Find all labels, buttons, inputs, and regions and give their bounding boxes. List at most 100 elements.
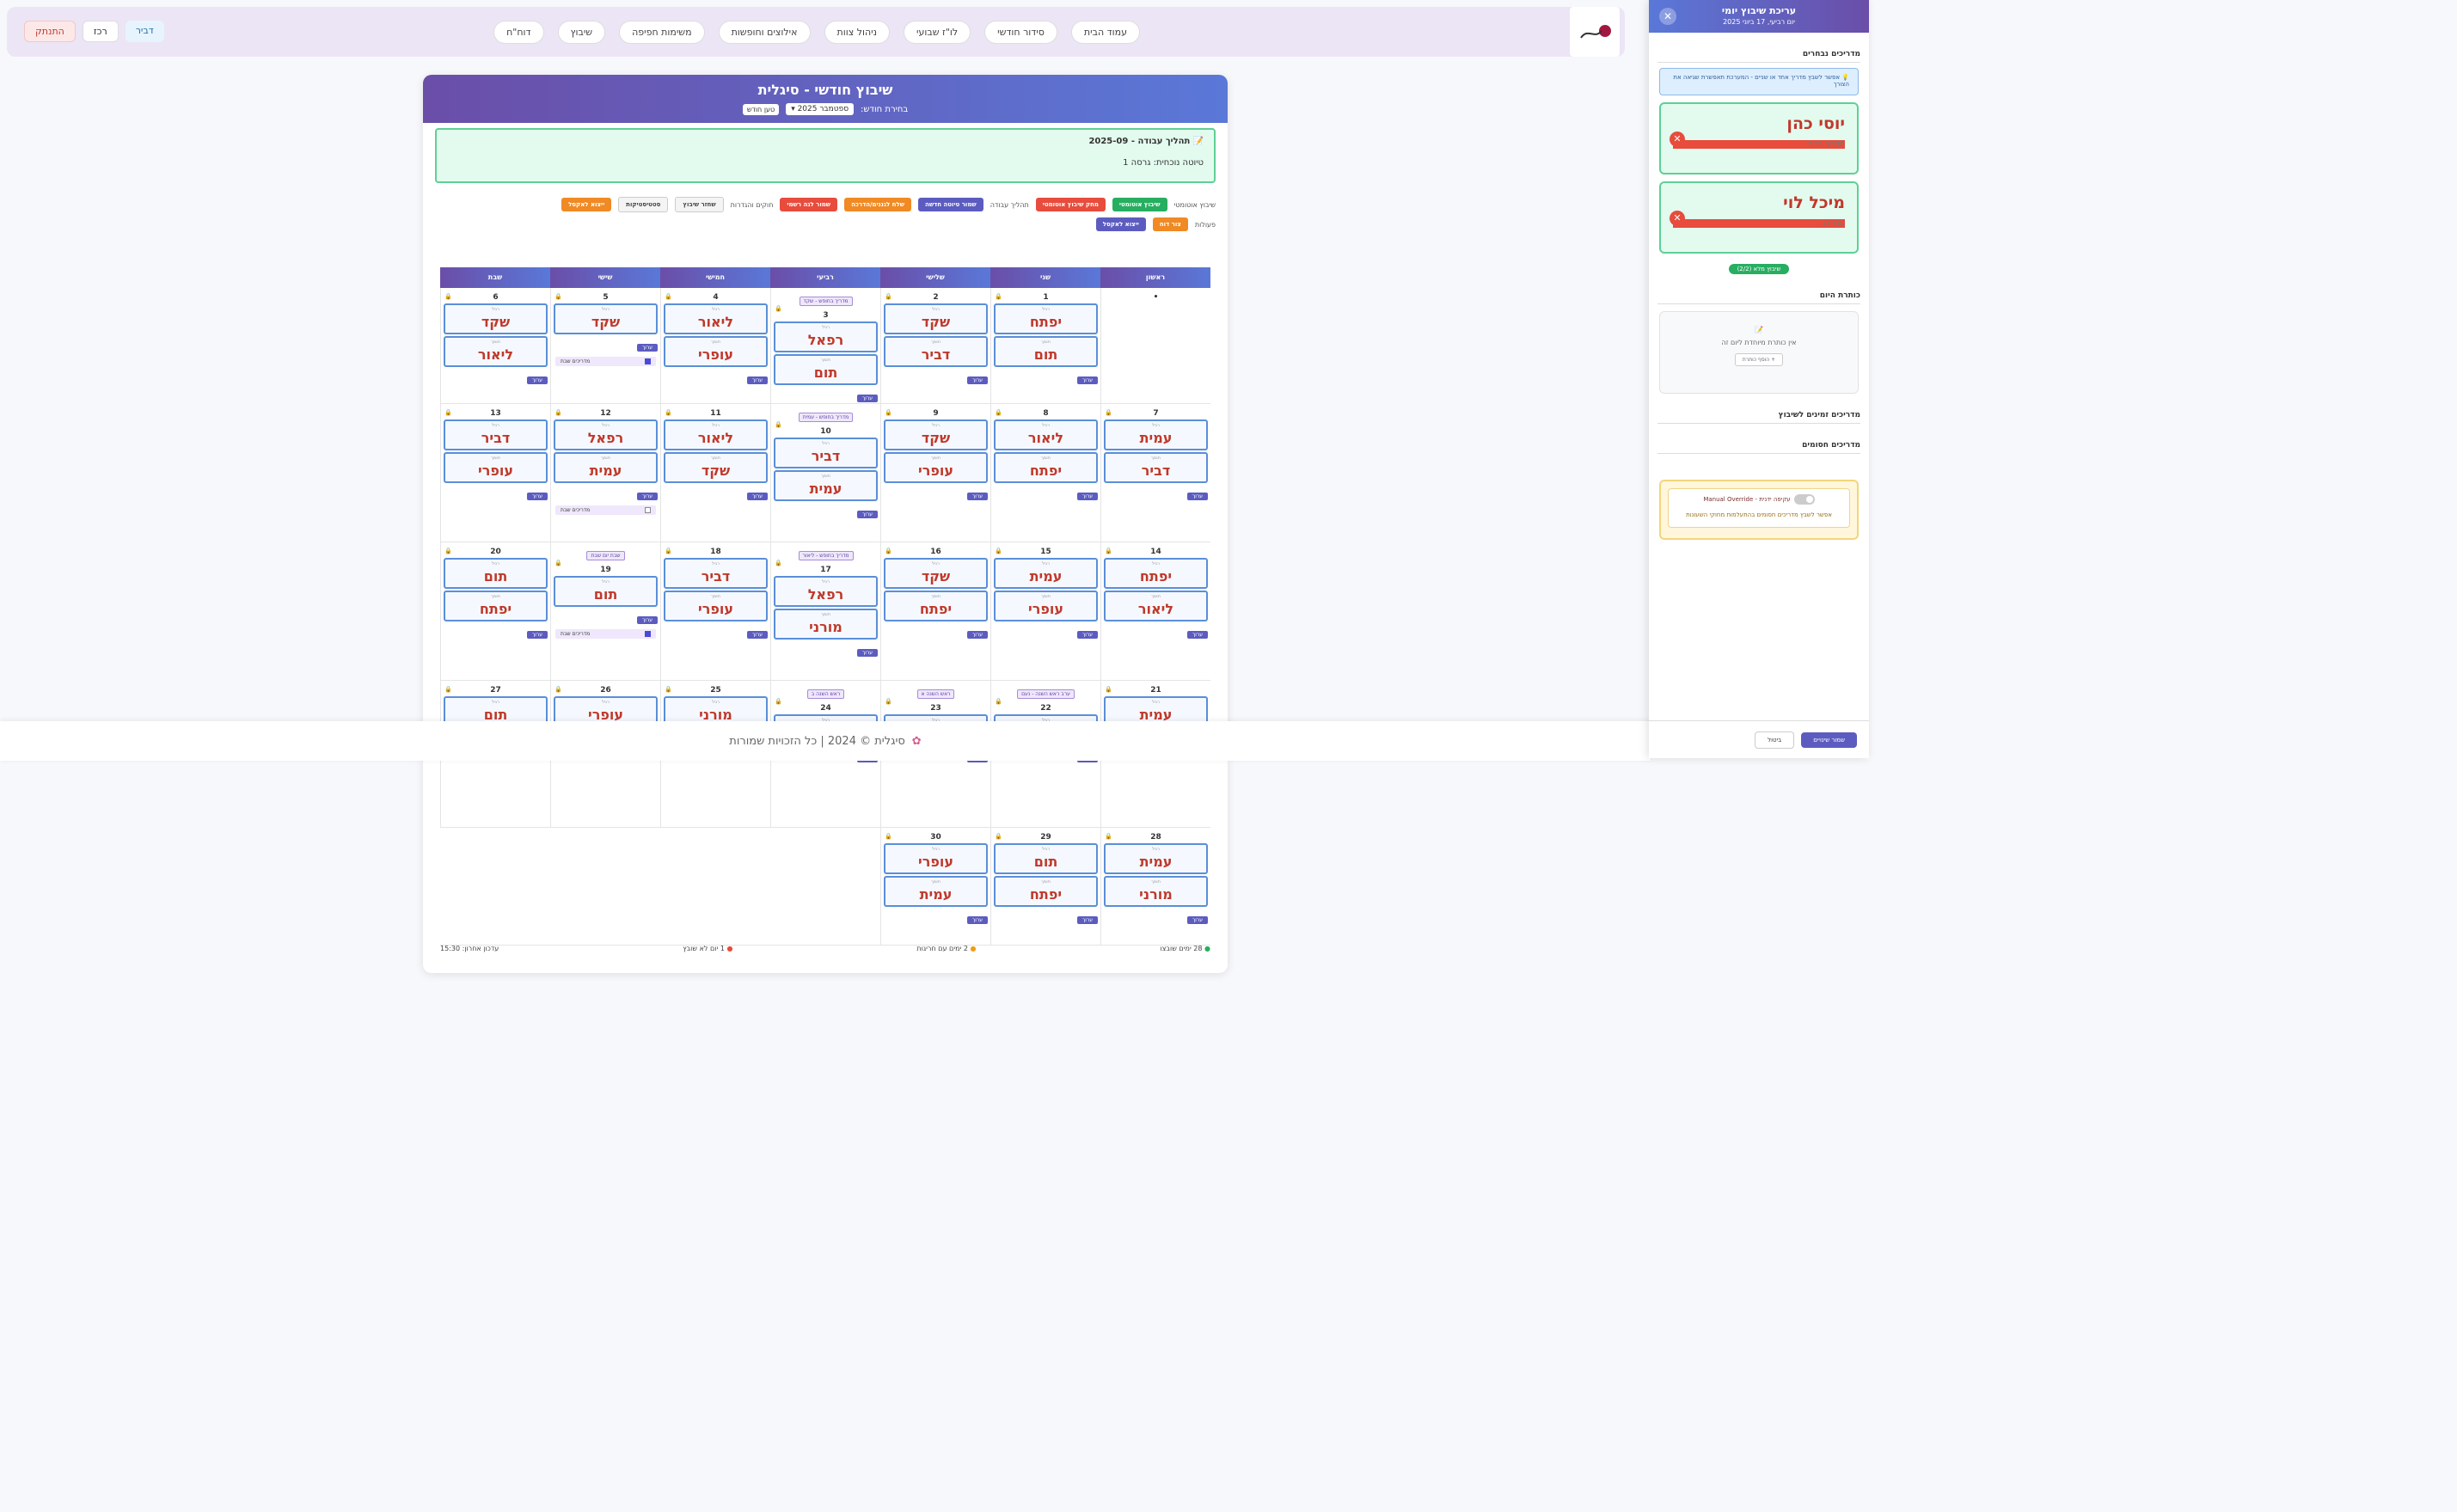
edit-button[interactable]: ערוך: [747, 631, 768, 639]
guide-slot[interactable]: רגיל ליאור: [994, 419, 1098, 450]
lock-icon[interactable]: 🔒: [1105, 409, 1112, 416]
guide-slot[interactable]: תומך תום: [994, 336, 1098, 367]
guide-slot[interactable]: רגיל עמית: [1104, 419, 1208, 450]
lock-icon[interactable]: 🔒: [665, 293, 672, 300]
calendar-day[interactable]: 29 🔒 רגיל תום תומך יפתח ערוך: [990, 828, 1100, 945]
edit-button[interactable]: ערוך: [1187, 493, 1208, 500]
calendar-day[interactable]: 8 🔒 רגיל ליאור תומך יפתח ערוך: [990, 404, 1100, 542]
toolbar-button[interactable]: חוקים והגדרות: [731, 201, 774, 209]
lock-icon[interactable]: 🔒: [444, 548, 452, 554]
edit-button[interactable]: ערוך: [527, 493, 548, 500]
calendar-day[interactable]: 6 🔒 רגיל שקד תומך ליאור ערוך: [440, 288, 550, 403]
nav-link[interactable]: דוח"ח: [493, 20, 544, 44]
lock-icon[interactable]: 🔒: [555, 293, 562, 300]
guide-slot[interactable]: רגיל עמית: [1104, 843, 1208, 874]
guide-slot[interactable]: תומך שקד: [664, 452, 768, 483]
edit-button[interactable]: ערוך: [1077, 493, 1098, 500]
edit-button[interactable]: ערוך: [637, 493, 658, 500]
guide-slot[interactable]: תומך ליאור: [1104, 591, 1208, 621]
calendar-day[interactable]: 14 🔒 רגיל יפתח תומך ליאור ערוך: [1100, 542, 1210, 680]
guide-slot[interactable]: רגיל יפתח: [1104, 558, 1208, 589]
lock-icon[interactable]: 🔒: [885, 833, 892, 840]
nav-link[interactable]: סידור חודשי: [984, 20, 1057, 44]
calendar-day[interactable]: מדריך בחופש - ליאור 17 🔒 רגיל רפאל תומך מורני ע…: [770, 542, 880, 680]
calendar-day[interactable]: 15 🔒 רגיל עמית תומך עופרי ערוך: [990, 542, 1100, 680]
toolbar-button[interactable]: צור דוח: [1152, 217, 1188, 231]
calendar-day[interactable]: 1 🔒 רגיל יפתח תומך תום ערוך: [990, 288, 1100, 403]
lock-icon[interactable]: 🔒: [885, 293, 892, 300]
edit-button[interactable]: ערוך: [1077, 916, 1098, 924]
guide-slot[interactable]: רגיל תום: [444, 558, 548, 589]
lock-icon[interactable]: 🔒: [885, 548, 892, 554]
toolbar-button[interactable]: תהליך עבודה: [990, 201, 1029, 209]
logout-button[interactable]: התנתק: [24, 21, 76, 42]
calendar-day[interactable]: מדריך בחופש - שקד 3 🔒 רגיל רפאל תומך תום ערוך: [770, 288, 880, 403]
guide-slot[interactable]: תומך יפתח: [444, 591, 548, 621]
calendar-day[interactable]: 28 🔒 רגיל עמית תומך מורני ערוך: [1100, 828, 1210, 945]
lock-icon[interactable]: 🔒: [995, 833, 1002, 840]
guide-slot[interactable]: תומך דביר: [884, 336, 988, 367]
edit-button[interactable]: ערוך: [967, 376, 988, 384]
guide-slot[interactable]: תומך ליאור: [444, 336, 548, 367]
guide-slot[interactable]: רגיל שקד: [444, 303, 548, 334]
shabbat-checkbox[interactable]: מדריכים שבת: [555, 357, 656, 366]
guide-slot[interactable]: תומך דביר: [1104, 452, 1208, 483]
toolbar-button[interactable]: סטטיסטיקות: [618, 197, 669, 212]
lock-icon[interactable]: 🔒: [444, 686, 452, 693]
add-title-button[interactable]: + הוסף כותרת: [1734, 353, 1784, 366]
guide-slot[interactable]: תומך מורני: [1104, 876, 1208, 907]
guide-slot[interactable]: תומך יפתח: [994, 876, 1098, 907]
guide-slot[interactable]: רגילרפאל: [774, 321, 878, 352]
checkbox[interactable]: [645, 631, 651, 637]
guide-slot[interactable]: רגיל עמית: [994, 558, 1098, 589]
checkbox[interactable]: [645, 358, 651, 364]
guide-slot[interactable]: תומך עופרי: [884, 452, 988, 483]
edit-button[interactable]: ערוך: [527, 631, 548, 639]
guide-slot[interactable]: תומך מורני: [774, 609, 878, 640]
lock-icon[interactable]: 🔒: [775, 560, 782, 566]
lock-icon[interactable]: 🔒: [665, 548, 672, 554]
toolbar-button[interactable]: שחזר שיבוץ: [675, 197, 724, 212]
lock-icon[interactable]: 🔒: [775, 421, 782, 428]
calendar-day[interactable]: 16 🔒 רגיל שקד תומך יפתח ערוך: [880, 542, 990, 680]
lock-icon[interactable]: 🔒: [555, 560, 562, 566]
lock-icon[interactable]: 🔒: [1105, 833, 1112, 840]
guide-slot[interactable]: רגיל יפתח: [994, 303, 1098, 334]
close-icon[interactable]: ✕: [1659, 8, 1676, 25]
lock-icon[interactable]: 🔒: [555, 686, 562, 693]
edit-button[interactable]: ערוך: [967, 493, 988, 500]
guide-slot[interactable]: תומך עמית: [884, 876, 988, 907]
guide-slot[interactable]: תומך עופרי: [994, 591, 1098, 621]
lock-icon[interactable]: 🔒: [995, 548, 1002, 554]
calendar-day[interactable]: 12 🔒 רגיל רפאל תומך עמית ערוך מדריכים שבת: [550, 404, 660, 542]
toolbar-button[interactable]: שמור לגה רשמי: [780, 198, 838, 211]
calendar-day[interactable]: 18 🔒 רגיל דביר תומך עופרי ערוך: [660, 542, 770, 680]
guide-slot[interactable]: תומך עופרי: [444, 452, 548, 483]
guide-slot[interactable]: רגילרפאל: [774, 576, 878, 607]
lock-icon[interactable]: 🔒: [995, 409, 1002, 416]
guide-slot[interactable]: רגיל דביר: [444, 419, 548, 450]
edit-button[interactable]: ערוך: [637, 344, 658, 352]
lock-icon[interactable]: 🔒: [444, 409, 452, 416]
calendar-day[interactable]: מדריך בחופש - עמית 10 🔒 רגיל דביר תומך עמית ערו…: [770, 404, 880, 542]
guide-slot[interactable]: תומך עופרי: [664, 336, 768, 367]
lock-icon[interactable]: 🔒: [665, 409, 672, 416]
calendar-day[interactable]: 4 🔒 רגיל ליאור תומך עופרי ערוך: [660, 288, 770, 403]
calendar-day[interactable]: שבת יום שבת 19 🔒 רגיל תום ערוך מדריכים שבת: [550, 542, 660, 680]
edit-button[interactable]: ערוך: [747, 493, 768, 500]
remove-guide-button[interactable]: ✕: [1670, 211, 1685, 226]
nav-link[interactable]: לו"ז שבועי: [904, 20, 971, 44]
guide-slot[interactable]: רגיל דביר: [774, 438, 878, 468]
lock-icon[interactable]: 🔒: [995, 698, 1002, 705]
guide-slot[interactable]: רגיל ליאור: [664, 419, 768, 450]
calendar-day[interactable]: 7 🔒 רגיל עמית תומך דביר ערוך: [1100, 404, 1210, 542]
guide-slot[interactable]: רגיל ליאור: [664, 303, 768, 334]
edit-button[interactable]: ערוך: [967, 916, 988, 924]
guide-slot[interactable]: רגיל שקד: [554, 303, 658, 334]
toolbar-button[interactable]: שמור טיוטה חדשה: [918, 198, 983, 211]
lock-icon[interactable]: 🔒: [885, 698, 892, 705]
toolbar-button[interactable]: ייצוא לאקסל: [561, 198, 612, 211]
month-select[interactable]: ספטמבר 2025 ▾: [786, 103, 855, 115]
logo[interactable]: [1570, 7, 1620, 57]
lock-icon[interactable]: 🔒: [995, 293, 1002, 300]
